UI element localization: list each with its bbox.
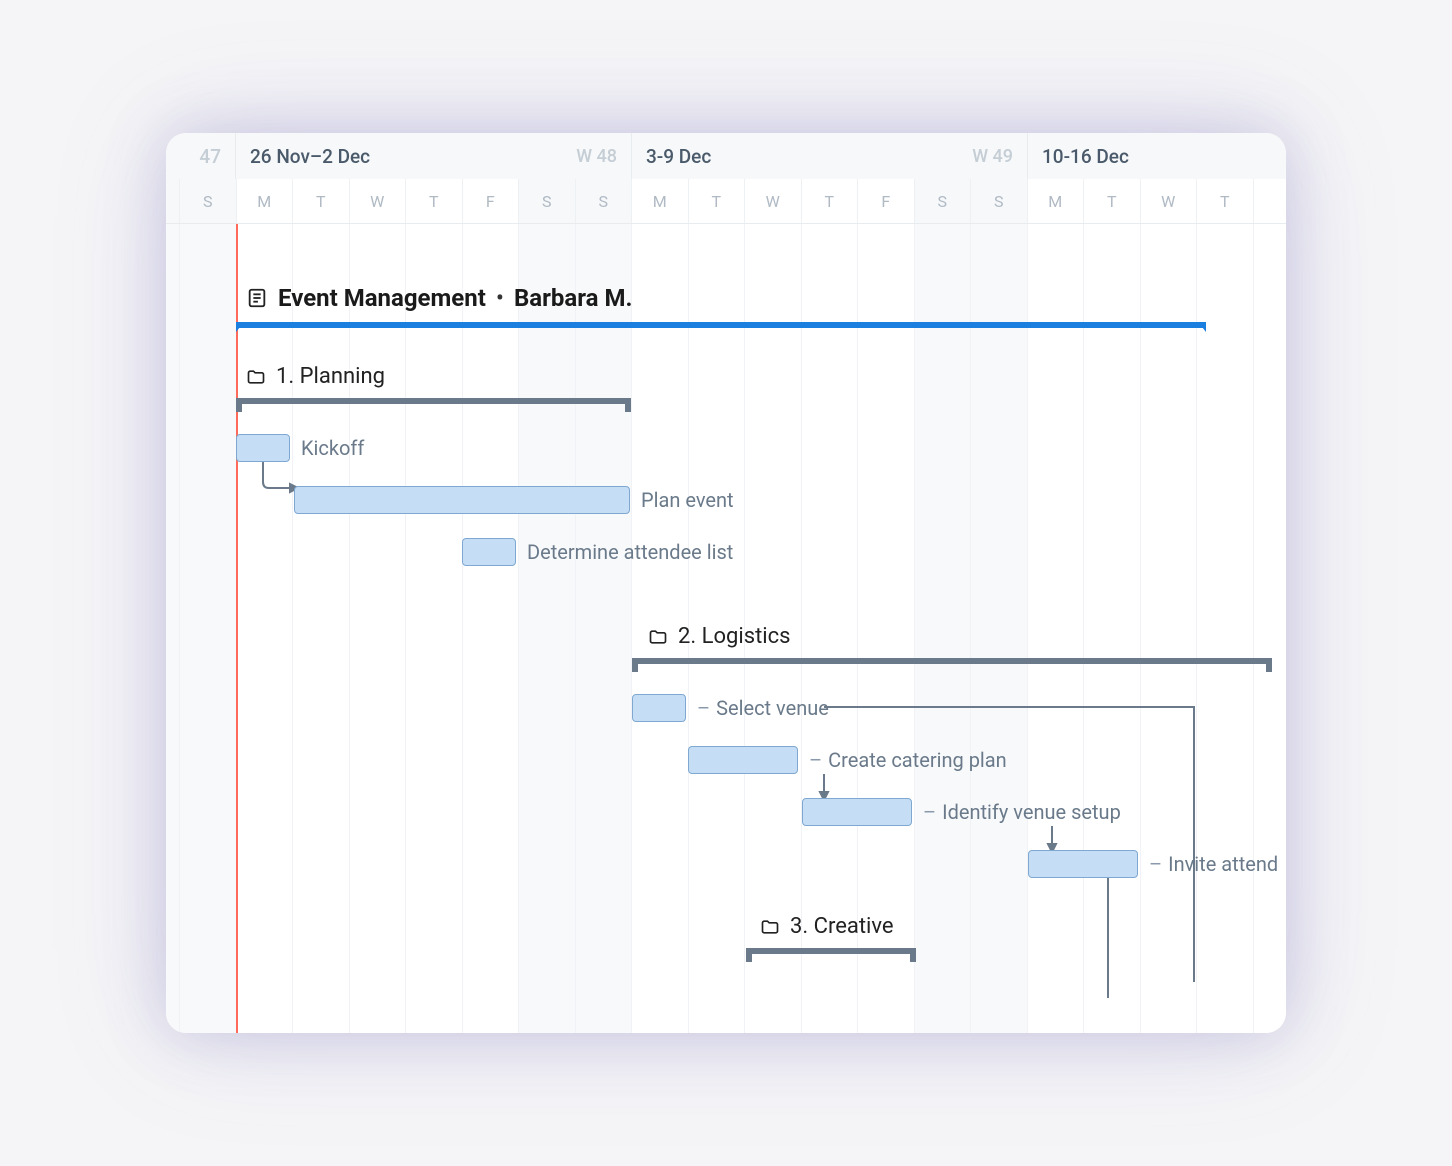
folder-label-logistics: 2. Logistics — [678, 624, 791, 649]
task-label-select-venue: Select venue — [697, 696, 829, 720]
task-bar-select-venue[interactable]: Select venue — [632, 694, 686, 722]
week-cell-2[interactable]: 10-16 Dec — [1028, 133, 1286, 179]
week-num-0: W 48 — [576, 146, 617, 167]
grid-col — [1028, 224, 1085, 1033]
grid-col — [1197, 224, 1254, 1033]
folder-span-logistics[interactable] — [632, 658, 1272, 670]
folder-label-creative: 3. Creative — [790, 914, 894, 939]
grid-col — [237, 224, 294, 1033]
day-cell: W — [350, 179, 407, 223]
day-cell: T — [802, 179, 859, 223]
grid-col — [180, 224, 237, 1033]
week-row: 47 26 Nov–2 Dec W 48 3-9 Dec W 49 10-16 … — [166, 133, 1286, 179]
folder-icon — [246, 367, 266, 387]
grid-col — [406, 224, 463, 1033]
week-cell-1[interactable]: 3-9 Dec W 49 — [632, 133, 1028, 179]
day-cell: T — [406, 179, 463, 223]
grid-col — [519, 224, 576, 1033]
task-bar-venue-setup[interactable]: Identify venue setup — [802, 798, 912, 826]
task-bar-plan-event[interactable]: Plan event — [294, 486, 630, 514]
day-cell: M — [1028, 179, 1085, 223]
week-range-0: 26 Nov–2 Dec — [250, 145, 370, 168]
grid-col — [293, 224, 350, 1033]
project-span-bar[interactable] — [236, 322, 1206, 332]
week-cell-0[interactable]: 26 Nov–2 Dec W 48 — [236, 133, 632, 179]
day-cell: S — [576, 179, 633, 223]
task-bar-kickoff[interactable]: Kickoff — [236, 434, 290, 462]
folder-icon — [648, 627, 668, 647]
day-cell: T — [293, 179, 350, 223]
folder-label-planning: 1. Planning — [276, 364, 385, 389]
grid-col — [858, 224, 915, 1033]
task-bar-invite[interactable]: Invite attend — [1028, 850, 1138, 878]
folder-span-planning[interactable] — [236, 398, 631, 410]
gantt-body[interactable]: Event Management • Barbara M. 1. Plannin… — [166, 224, 1286, 1033]
day-cell: S — [519, 179, 576, 223]
day-cell: M — [632, 179, 689, 223]
day-cell: T — [1197, 179, 1254, 223]
week-range-1: 3-9 Dec — [646, 145, 711, 168]
project-icon — [246, 287, 268, 309]
task-bar-catering[interactable]: Create catering plan — [688, 746, 798, 774]
folder-header-creative[interactable]: 3. Creative — [760, 914, 894, 939]
folder-header-planning[interactable]: 1. Planning — [246, 364, 385, 389]
day-cell: M — [237, 179, 294, 223]
project-owner: Barbara M. — [514, 284, 632, 312]
week-num-1: W 49 — [972, 146, 1013, 167]
day-cell: W — [1141, 179, 1198, 223]
grid-col — [802, 224, 859, 1033]
folder-icon — [760, 917, 780, 937]
grid-col — [971, 224, 1028, 1033]
week-num-prev: 47 — [199, 145, 221, 168]
grid-col — [166, 224, 180, 1033]
task-label-venue-setup: Identify venue setup — [923, 800, 1121, 824]
grid-col — [915, 224, 972, 1033]
day-cell: F — [463, 179, 520, 223]
project-title: Event Management — [278, 284, 486, 312]
day-cell: W — [745, 179, 802, 223]
separator-dot: • — [496, 284, 504, 312]
task-bar-attendee-list[interactable]: Determine attendee list — [462, 538, 516, 566]
grid-col — [463, 224, 520, 1033]
folder-span-creative[interactable] — [746, 948, 916, 960]
gantt-frame: 47 26 Nov–2 Dec W 48 3-9 Dec W 49 10-16 … — [166, 133, 1286, 1033]
task-label-invite: Invite attend — [1149, 852, 1278, 876]
day-cell: T — [689, 179, 746, 223]
task-label-attendee-list: Determine attendee list — [527, 540, 733, 564]
grid-col — [1084, 224, 1141, 1033]
day-cell: S — [971, 179, 1028, 223]
day-row: SMTWTFSSMTWTFSSMTWT — [166, 179, 1286, 223]
day-cell: T — [1084, 179, 1141, 223]
grid-col — [350, 224, 407, 1033]
timeline-header: 47 26 Nov–2 Dec W 48 3-9 Dec W 49 10-16 … — [166, 133, 1286, 224]
grid-col — [1141, 224, 1198, 1033]
day-cell: F — [858, 179, 915, 223]
folder-header-logistics[interactable]: 2. Logistics — [648, 624, 791, 649]
day-cell-edge — [166, 179, 180, 223]
week-cell-prev: 47 — [166, 133, 236, 179]
task-label-plan-event: Plan event — [641, 488, 734, 512]
day-cell: S — [180, 179, 237, 223]
task-label-kickoff: Kickoff — [301, 436, 364, 460]
task-label-catering: Create catering plan — [809, 748, 1007, 772]
grid-col — [576, 224, 633, 1033]
today-line — [236, 224, 238, 1033]
day-cell: S — [915, 179, 972, 223]
week-range-2: 10-16 Dec — [1042, 145, 1129, 168]
project-header[interactable]: Event Management • Barbara M. — [246, 284, 632, 312]
